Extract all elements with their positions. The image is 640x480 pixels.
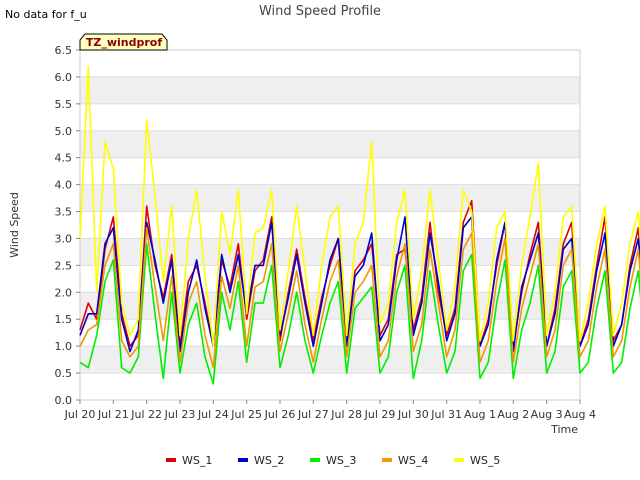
x-tick-label: Jul 23 (164, 408, 196, 421)
x-axis-ticks: Jul 20 Jul 21 Jul 22 Jul 23 Jul 24 Jul 25 Jul … (64, 400, 596, 421)
x-tick-label: Aug 1 (464, 408, 496, 421)
legend-label: WS_4 (398, 454, 428, 467)
legend-swatch (454, 458, 464, 462)
legend-swatch (238, 458, 248, 462)
x-tick-label: Jul 21 (97, 408, 129, 421)
x-axis-label: Time (550, 423, 578, 436)
band (80, 76, 580, 104)
x-tick-label: Aug 2 (497, 408, 529, 421)
y-tick-label: 3.5 (55, 206, 73, 219)
y-axis-label: Wind Speed (8, 192, 21, 258)
legend-label: WS_3 (326, 454, 356, 467)
x-tick-label: Jul 26 (264, 408, 296, 421)
legend-label: WS_2 (254, 454, 284, 467)
legend-label: WS_1 (182, 454, 212, 467)
x-tick-label: Jul 30 (397, 408, 429, 421)
x-tick-label: Jul 29 (364, 408, 396, 421)
x-tick-label: Jul 27 (297, 408, 329, 421)
wind-speed-chart: 0.0 0.5 1.0 1.5 2.0 2.5 3.0 3.5 4.0 4.5 5.0 5.5 6.0 6… (5, 4, 640, 467)
y-tick-label: 0.5 (55, 367, 73, 380)
legend-swatch (382, 458, 392, 462)
band (80, 130, 580, 158)
y-tick-label: 6.5 (55, 44, 73, 57)
chart-title: Wind Speed Profile (259, 4, 381, 19)
y-tick-label: 2.0 (55, 286, 73, 299)
x-tick-label: Aug 3 (531, 408, 563, 421)
y-tick-label: 6.0 (55, 71, 73, 84)
legend-swatch (310, 458, 320, 462)
x-tick-label: Aug 4 (564, 408, 596, 421)
x-tick-label: Jul 28 (330, 408, 362, 421)
x-tick-label: Jul 24 (197, 408, 229, 421)
y-tick-label: 5.0 (55, 125, 73, 138)
x-tick-label: Jul 25 (230, 408, 262, 421)
y-tick-label: 1.5 (55, 313, 73, 326)
y-axis-ticks: 0.0 0.5 1.0 1.5 2.0 2.5 3.0 3.5 4.0 4.5 5.0 5.5 6.0 6… (55, 44, 80, 407)
y-tick-label: 1.0 (55, 340, 73, 353)
legend: WS_1 WS_2 WS_3 WS_4 WS_5 (166, 454, 500, 467)
y-tick-label: 4.5 (55, 152, 73, 165)
y-tick-label: 0.0 (55, 394, 73, 407)
series-layer (79, 65, 640, 385)
legend-label: WS_5 (470, 454, 500, 467)
legend-swatch (166, 458, 176, 462)
y-tick-label: 3.0 (55, 232, 73, 245)
band (80, 346, 580, 374)
x-tick-label: Jul 31 (430, 408, 462, 421)
y-tick-label: 2.5 (55, 259, 73, 272)
badge-label: TZ_windprof (86, 36, 162, 49)
y-tick-label: 4.0 (55, 179, 73, 192)
x-tick-label: Jul 20 (64, 408, 96, 421)
no-data-text: No data for f_u (5, 8, 87, 21)
site-badge: TZ_windprof (79, 33, 168, 51)
x-tick-label: Jul 22 (130, 408, 162, 421)
y-tick-label: 5.5 (55, 98, 73, 111)
